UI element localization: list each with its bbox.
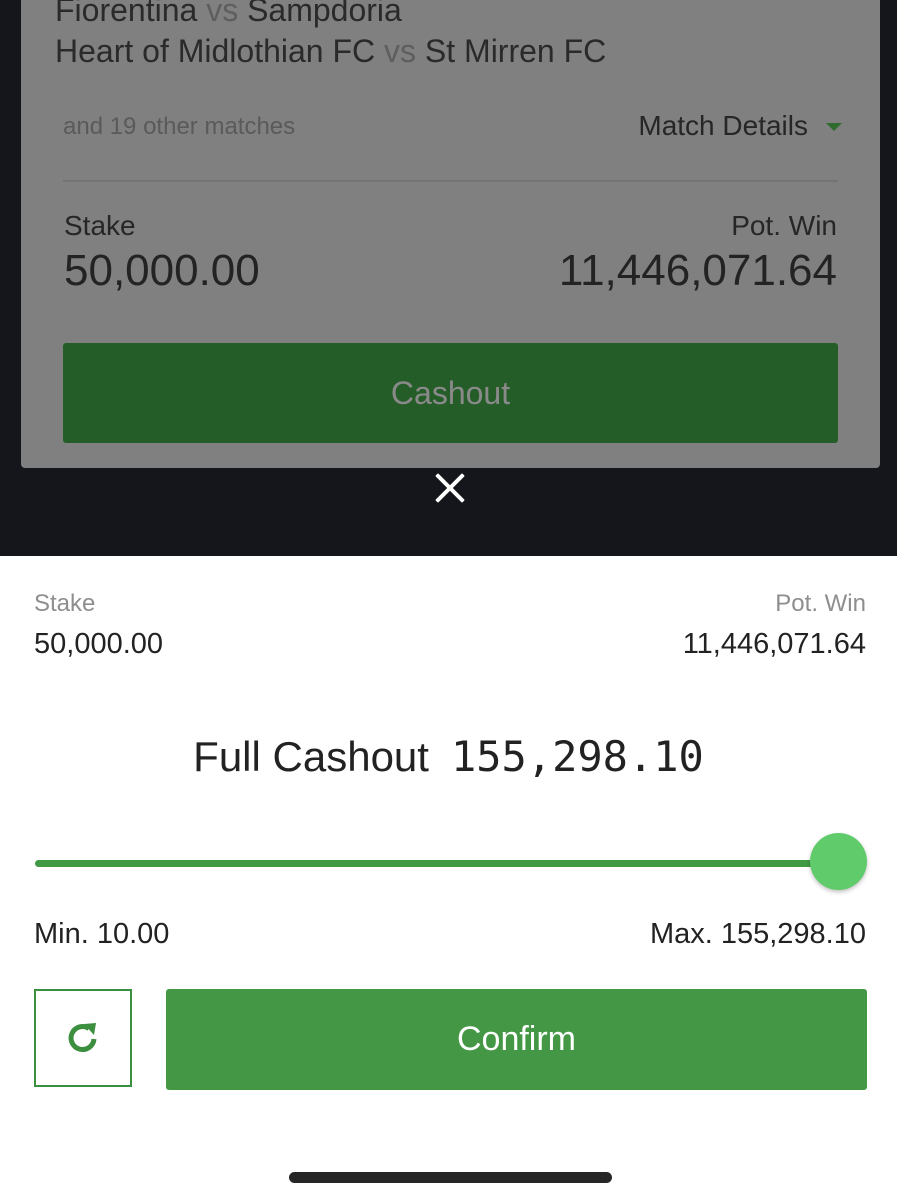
pot-win-label: Pot. Win <box>775 590 866 617</box>
pot-win-label: Pot. Win <box>731 210 837 241</box>
away-team: Sampdoria <box>247 0 402 28</box>
max-cashout-label: Max. 155,298.10 <box>649 918 866 950</box>
stake-value: 50,000.00 <box>34 628 164 660</box>
stake-value: 50,000.00 <box>64 246 260 295</box>
full-cashout-label: Full Cashout <box>193 733 429 780</box>
cashout-sheet: Stake 50,000.00 Pot. Win 11,446,071.64 F… <box>0 556 897 1200</box>
other-matches-text: and 19 other matches <box>63 113 296 140</box>
home-team: Fiorentina <box>55 0 198 28</box>
match-line: Heart of Midlothian FC vs St Mirren FC <box>55 33 606 70</box>
close-icon[interactable] <box>428 466 472 510</box>
full-cashout-amount: 155,298.10 <box>450 732 704 781</box>
cashout-button[interactable]: Cashout <box>63 343 838 443</box>
pot-win-value: 11,446,071.64 <box>558 246 837 295</box>
full-cashout-heading: Full Cashout 155,298.10 <box>0 732 897 781</box>
confirm-button[interactable]: Confirm <box>166 989 867 1090</box>
match-line: Fiorentina vs Sampdoria <box>55 0 402 29</box>
match-details-toggle[interactable]: Match Details <box>638 110 842 142</box>
vs-label: vs <box>384 33 417 69</box>
home-team: Heart of Midlothian FC <box>55 33 376 69</box>
vs-label: vs <box>206 0 239 28</box>
min-cashout-label: Min. 10.00 <box>34 918 170 950</box>
refresh-icon <box>68 1023 97 1052</box>
home-indicator[interactable] <box>289 1172 612 1183</box>
stake-label: Stake <box>64 210 136 241</box>
stake-label: Stake <box>34 590 96 617</box>
refresh-button[interactable] <box>34 989 132 1087</box>
match-details-label: Match Details <box>638 110 808 141</box>
chevron-down-icon <box>826 123 842 131</box>
divider <box>63 180 838 182</box>
cashout-slider-track[interactable] <box>35 860 835 867</box>
cashout-slider-thumb[interactable] <box>810 833 867 890</box>
away-team: St Mirren FC <box>424 33 607 69</box>
bet-card: Fiorentina vs Sampdoria Heart of Midloth… <box>21 0 880 468</box>
pot-win-value: 11,446,071.64 <box>682 628 866 660</box>
